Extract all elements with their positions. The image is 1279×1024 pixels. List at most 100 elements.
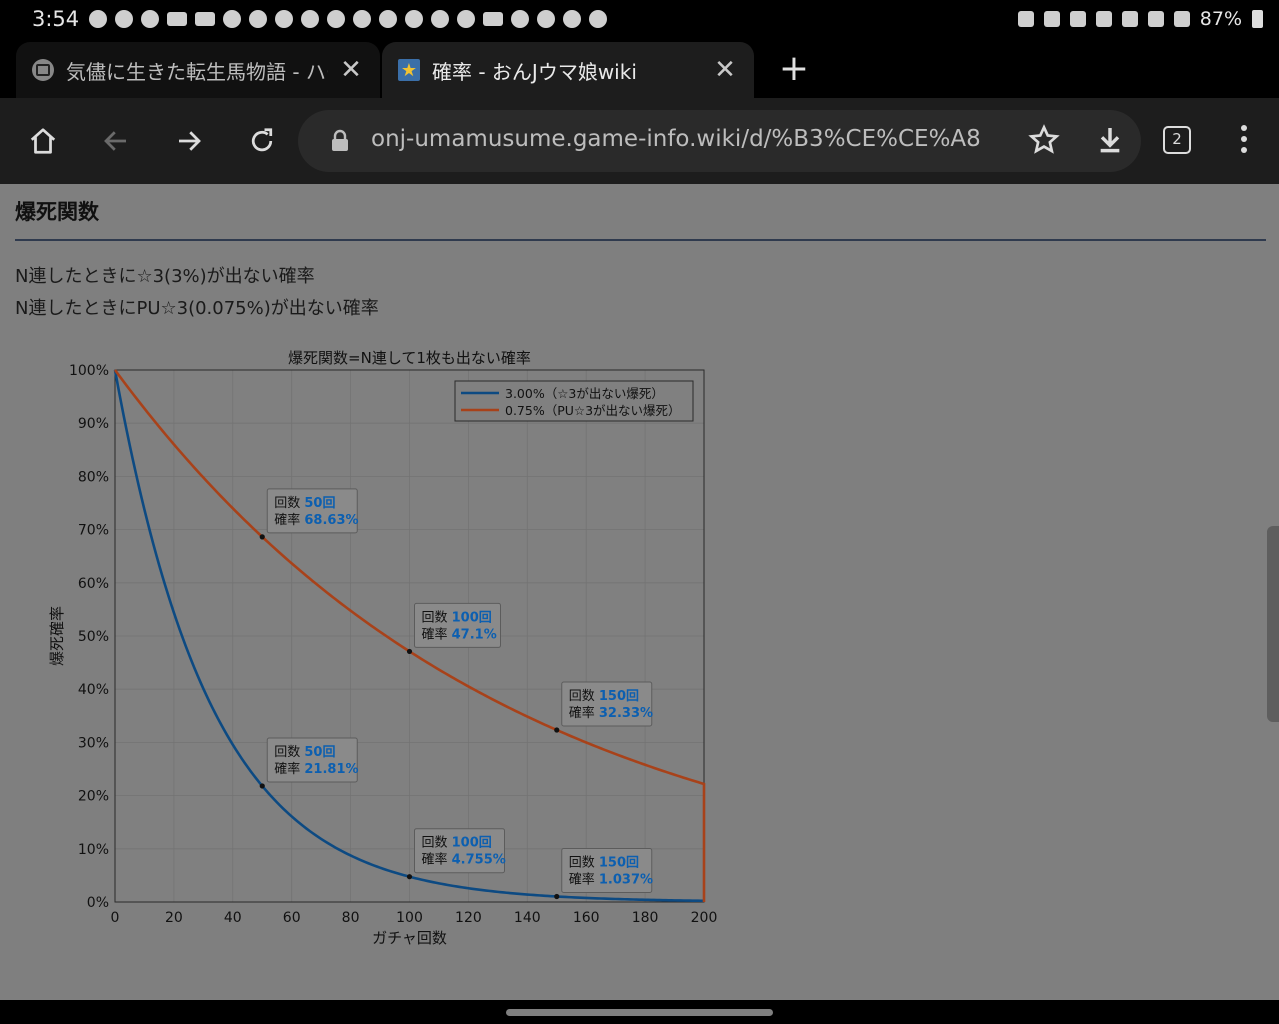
overflow-menu-icon[interactable] — [1236, 125, 1252, 158]
location-icon — [1095, 11, 1112, 27]
bluetooth-icon — [1069, 11, 1086, 27]
datatip-y-text: 確率 32.33% — [569, 705, 653, 721]
rotate-icon — [563, 10, 582, 28]
x-tick-label: 0 — [111, 910, 120, 926]
chart-title: 爆死関数=N連して1枚も出ない確率 — [288, 349, 531, 367]
status-bar: 3:54 87% — [0, 0, 1279, 38]
new-tab-button[interactable]: + — [776, 48, 812, 89]
legend-entry: 0.75%（PU☆3が出ない爆死） — [505, 403, 681, 418]
datatip-marker — [554, 893, 560, 900]
tab-active[interactable]: ★ 確率 - おんJウマ娘wiki ✕ — [382, 42, 754, 98]
bookmark-star-icon[interactable] — [1028, 124, 1060, 156]
forward-arrow-icon — [179, 131, 201, 151]
reply-icon — [275, 10, 294, 28]
battery-percent: 87% — [1199, 8, 1242, 30]
y-tick-label: 40% — [78, 682, 109, 698]
wifi-icon — [1121, 11, 1138, 27]
reload-icon — [251, 128, 273, 152]
tab-inactive[interactable]: 気儘に生きた転生馬物語 - ハー ✕ — [16, 42, 380, 98]
x-tick-label: 180 — [632, 910, 659, 926]
home-indicator[interactable] — [506, 1009, 773, 1016]
datatip-x-text: 回数 150回 — [569, 855, 639, 870]
x-tick-label: 40 — [224, 910, 242, 926]
download-icon[interactable] — [1094, 124, 1126, 156]
tab-strip: 気儘に生きた転生馬物語 - ハー ✕ ★ 確率 - おんJウマ娘wiki ✕ + — [0, 38, 1279, 98]
phone-icon — [141, 10, 160, 28]
tab-title: 気儘に生きた転生馬物語 - ハー — [66, 59, 328, 84]
close-tab-icon[interactable]: ✕ — [338, 55, 364, 85]
aperture-icon — [511, 10, 530, 28]
notification-icons — [89, 10, 608, 28]
description-line: N連したときに☆3(3%)が出ない確率 — [15, 266, 315, 287]
key-icon — [1017, 11, 1034, 27]
datatip-y-text: 確率 4.755% — [422, 852, 506, 868]
recycle-icon — [1043, 11, 1060, 27]
y-tick-label: 30% — [78, 735, 109, 751]
section-heading: 爆死関数 — [15, 200, 99, 224]
clock: 3:54 — [32, 7, 80, 31]
y-tick-label: 10% — [78, 842, 109, 858]
twitter-icon — [405, 10, 424, 28]
system-icons: 87% — [1017, 8, 1263, 30]
x-tick-label: 120 — [455, 910, 482, 926]
back-button[interactable] — [95, 120, 137, 162]
y-tick-label: 60% — [78, 576, 109, 592]
url-text: onj-umamusume.game-info.wiki/d/%B3%CE%CE… — [371, 126, 981, 152]
reload-button[interactable] — [241, 120, 283, 162]
page-favicon-icon — [32, 59, 54, 81]
app-icon — [483, 12, 504, 26]
youtube-icon — [167, 12, 188, 26]
datatip-marker — [259, 534, 265, 540]
x-tick-label: 160 — [573, 910, 600, 926]
x-tick-label: 140 — [514, 910, 541, 926]
x-tick-label: 80 — [342, 910, 360, 926]
page-content: 爆死関数 N連したときに☆3(3%)が出ない確率 N連したときにPU☆3(0.0… — [0, 184, 1279, 1000]
datatip-x-text: 回数 100回 — [422, 836, 492, 851]
app-icon — [301, 10, 320, 28]
datatip-x-text: 回数 150回 — [569, 689, 639, 704]
mail-icon — [327, 10, 346, 28]
x-tick-label: 60 — [283, 910, 301, 926]
y-tick-label: 100% — [69, 363, 109, 379]
chart-icon — [537, 10, 556, 28]
datatip-marker — [554, 727, 560, 733]
app-icon — [379, 10, 398, 28]
signal-icon — [1173, 11, 1190, 27]
x-tick-label: 200 — [691, 910, 718, 926]
datatip-marker — [406, 874, 413, 880]
tab-switcher-button[interactable]: 2 — [1163, 126, 1191, 154]
wifi-icon — [353, 10, 372, 28]
y-tick-label: 50% — [78, 629, 109, 645]
description-line: N連したときにPU☆3(0.075%)が出ない確率 — [15, 298, 379, 319]
x-axis-label: ガチャ回数 — [372, 929, 447, 947]
datatip-y-text: 確率 47.1% — [422, 626, 497, 642]
legend-entry: 3.00%（☆3が出ない爆死） — [505, 386, 664, 401]
chrome-icon — [249, 10, 268, 28]
y-tick-label: 20% — [78, 789, 109, 805]
y-axis-label: 爆死確率 — [48, 606, 66, 666]
scrollbar[interactable] — [1267, 526, 1279, 722]
x-tick-label: 100 — [396, 910, 423, 926]
close-tab-icon[interactable]: ✕ — [712, 55, 738, 85]
battery-icon — [1252, 10, 1263, 28]
volte-icon — [1147, 11, 1164, 27]
address-bar[interactable]: onj-umamusume.game-info.wiki/d/%B3%CE%CE… — [298, 110, 1141, 172]
gesture-bar — [0, 1000, 1279, 1024]
home-icon — [30, 128, 56, 154]
messenger-icon — [89, 10, 108, 28]
wifi-icon — [431, 10, 450, 28]
y-tick-label: 90% — [78, 416, 109, 432]
forward-button[interactable] — [168, 120, 210, 162]
y-tick-label: 70% — [78, 523, 109, 539]
browser-toolbar: onj-umamusume.game-info.wiki/d/%B3%CE%CE… — [0, 98, 1279, 184]
datatip-x-text: 回数 100回 — [422, 610, 492, 625]
tab-title: 確率 - おんJウマ娘wiki — [432, 59, 637, 84]
datatip-x-text: 回数 50回 — [274, 496, 335, 511]
app-icon — [223, 10, 242, 28]
app-icon — [589, 10, 608, 28]
home-button[interactable] — [22, 120, 64, 162]
back-arrow-icon — [104, 131, 126, 151]
datatip-marker — [259, 783, 265, 789]
star-favicon-icon: ★ — [398, 59, 420, 81]
lock-icon — [332, 129, 348, 151]
